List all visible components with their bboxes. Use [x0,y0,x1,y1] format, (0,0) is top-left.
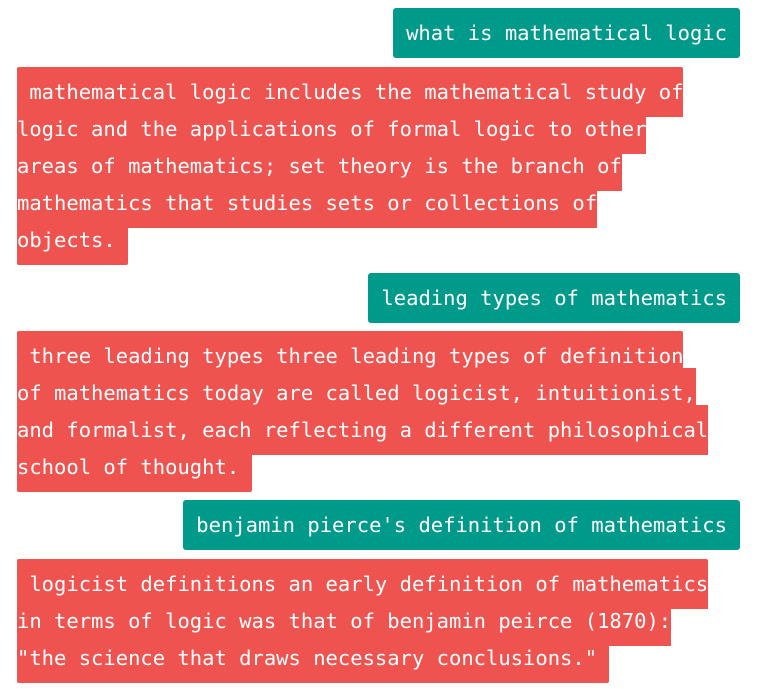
user-message: what is mathematical logic [393,8,740,58]
chat-transcript: what is mathematical logic mathematical … [0,0,778,689]
user-message: leading types of mathematics [368,273,740,323]
user-message: benjamin pierce's definition of mathemat… [183,500,740,550]
bot-message: mathematical logic includes the mathemat… [17,67,757,265]
bot-message: logicist definitions an early definition… [17,559,757,683]
bot-message: three leading types three leading types … [17,331,757,492]
